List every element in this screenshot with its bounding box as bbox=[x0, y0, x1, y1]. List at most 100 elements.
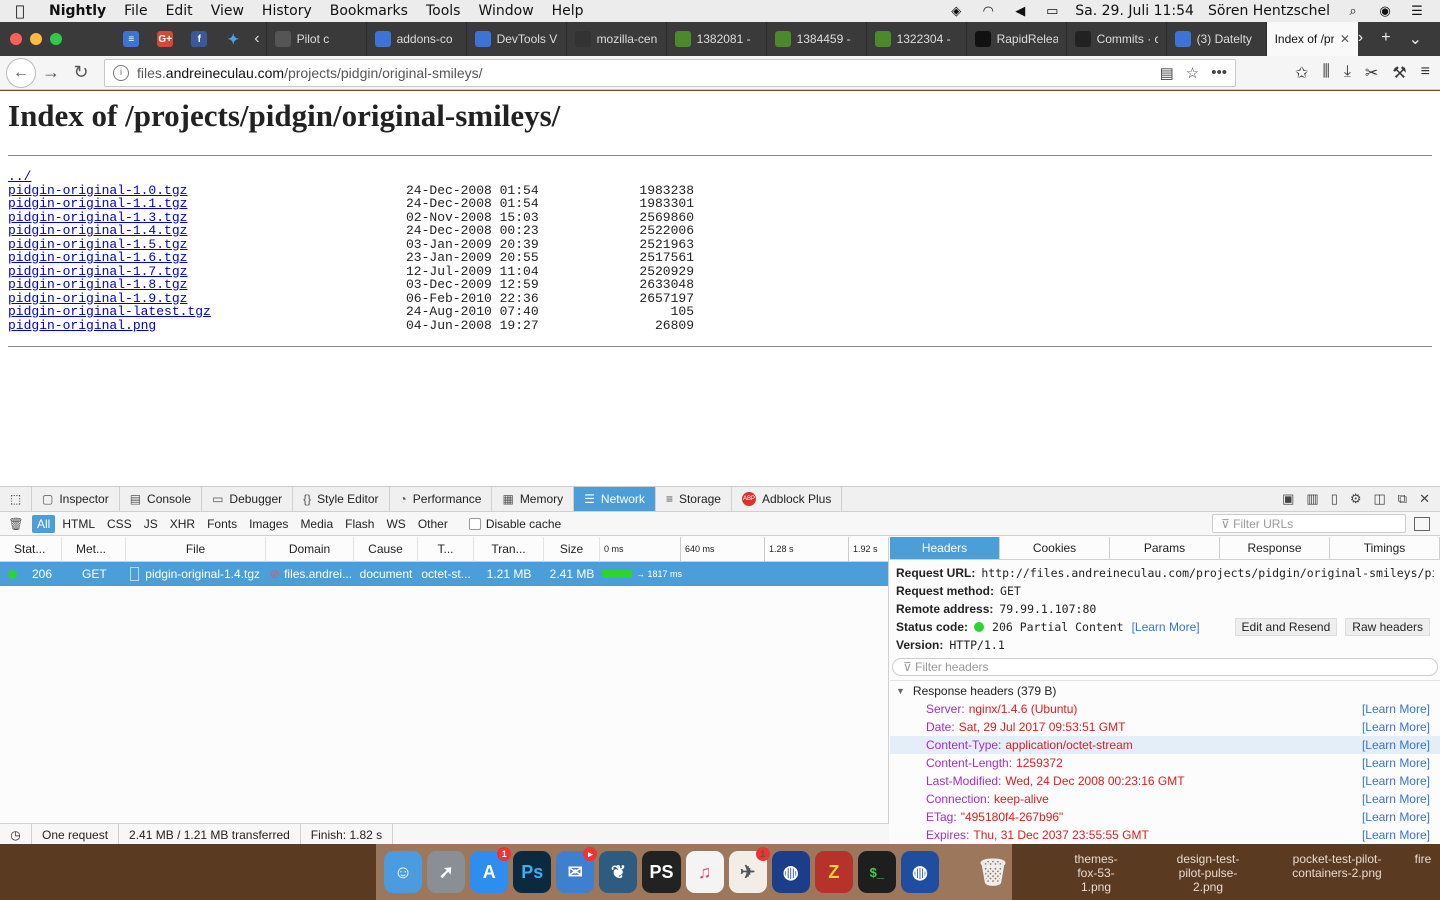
file-link[interactable]: pidgin-original-latest.tgz bbox=[8, 305, 406, 319]
trash-icon[interactable]: 🗑 bbox=[974, 851, 1012, 893]
browser-tab[interactable]: addons-co bbox=[365, 22, 466, 56]
response-headers-section[interactable]: ▼ Response headers (379 B) bbox=[890, 680, 1440, 700]
menu-tools[interactable]: Tools bbox=[417, 3, 470, 19]
desktop-file-1[interactable]: themes-fox-53-1.png bbox=[1066, 852, 1126, 894]
devtools-tab-inspector[interactable]: ▢ Inspector bbox=[32, 487, 120, 511]
file-link[interactable]: pidgin-original-1.6.tgz bbox=[8, 251, 406, 265]
menu-bookmarks[interactable]: Bookmarks bbox=[321, 3, 417, 19]
header-learn-more-link[interactable]: [Learn More] bbox=[1362, 738, 1430, 752]
menu-window[interactable]: Window bbox=[469, 3, 542, 19]
header-learn-more-link[interactable]: [Learn More] bbox=[1362, 792, 1430, 806]
browser-tab[interactable]: RapidRelea bbox=[965, 22, 1066, 56]
file-link[interactable]: pidgin-original-1.5.tgz bbox=[8, 237, 406, 252]
collapse-triangle-icon[interactable]: ▼ bbox=[896, 686, 905, 696]
browser-tab[interactable]: mozilla-cen bbox=[565, 22, 666, 56]
response-header-row[interactable]: Content-Length: 1259372 [Learn More] bbox=[890, 754, 1440, 772]
filter-css[interactable]: CSS bbox=[102, 515, 137, 533]
photoshop-icon[interactable]: Ps bbox=[513, 851, 552, 893]
devtools-tab-console[interactable]: ▤ Console bbox=[120, 487, 203, 511]
filter-all[interactable]: All bbox=[32, 514, 56, 533]
element-picker-icon[interactable]: ⬚ bbox=[0, 487, 32, 511]
toggle-sidebar-icon[interactable] bbox=[1414, 516, 1430, 531]
file-link[interactable]: pidgin-original-1.4.tgz bbox=[8, 224, 406, 238]
url-bar[interactable]: i files. andreineculau.com/projects/pidgi… bbox=[104, 58, 1236, 87]
response-header-row[interactable]: ETag: "495180f4-267b96" [Learn More] bbox=[890, 808, 1440, 826]
column-transferred[interactable]: Tran... bbox=[474, 536, 544, 562]
devtools-tab-memory[interactable]: ▦ Memory bbox=[492, 487, 575, 511]
header-learn-more-link[interactable]: [Learn More] bbox=[1362, 720, 1430, 734]
screenshots-icon[interactable]: ✂ bbox=[1365, 63, 1378, 83]
menubar-clock[interactable]: Sa. 29. Juli 11:54 bbox=[1075, 3, 1194, 19]
page-actions-icon[interactable]: ••• bbox=[1211, 64, 1227, 82]
tabs-scroll-left-icon[interactable]: ‹ bbox=[248, 30, 265, 48]
request-row[interactable]: 206 GET pidgin-original-1.4.tgz ⊘ files.… bbox=[0, 562, 888, 586]
menu-app-name[interactable]: Nightly bbox=[40, 3, 115, 19]
column-method[interactable]: Met... bbox=[62, 536, 126, 562]
pinned-tab-twitter[interactable]: ✦ bbox=[218, 26, 248, 52]
filezilla-icon[interactable]: Z bbox=[814, 851, 853, 893]
filter-other[interactable]: Other bbox=[413, 515, 453, 533]
site-info-icon[interactable]: i bbox=[113, 64, 129, 81]
responsive-design-icon[interactable]: ▣ bbox=[1282, 491, 1294, 507]
tab-params[interactable]: Params bbox=[1110, 537, 1220, 559]
frame-picker-icon[interactable]: ▥ bbox=[1306, 491, 1318, 507]
file-link[interactable]: pidgin-original-1.0.tgz bbox=[8, 183, 406, 198]
file-link[interactable]: pidgin-original.png bbox=[8, 318, 406, 333]
header-learn-more-link[interactable]: [Learn More] bbox=[1362, 810, 1430, 824]
reader-view-icon[interactable]: ▤ bbox=[1160, 64, 1174, 82]
filter-images[interactable]: Images bbox=[244, 515, 293, 533]
devtools-tab-performance[interactable]: ◔ Performance bbox=[390, 487, 493, 511]
header-learn-more-link[interactable]: [Learn More] bbox=[1362, 828, 1430, 842]
browser-tab[interactable]: 1382081 - bbox=[665, 22, 766, 56]
phpstorm-icon[interactable]: PS bbox=[642, 851, 681, 893]
parent-directory-link[interactable]: ../ bbox=[8, 170, 406, 184]
file-link[interactable]: pidgin-original-1.3.tgz bbox=[8, 210, 406, 225]
bookmark-star-icon[interactable]: ☆ bbox=[1186, 64, 1199, 82]
hamburger-menu-icon[interactable]: ≡ bbox=[1421, 63, 1430, 83]
test-pilot-icon[interactable]: ✈ 1 bbox=[728, 847, 770, 893]
devtools-tab-storage[interactable]: ≡ Storage bbox=[656, 487, 732, 511]
launchpad-icon[interactable]: ➚ bbox=[427, 851, 466, 893]
raw-headers-button[interactable]: Raw headers bbox=[1345, 618, 1430, 636]
file-link[interactable]: pidgin-original-1.7.tgz bbox=[8, 264, 406, 279]
spotlight-icon[interactable]: ⌕ bbox=[1344, 4, 1362, 19]
menubar-user[interactable]: Sören Hentzschel bbox=[1208, 3, 1330, 19]
volume-icon[interactable]: ◀ bbox=[1011, 4, 1029, 19]
finder-icon[interactable]: ☺ bbox=[384, 851, 423, 893]
response-header-row[interactable]: Date: Sat, 29 Jul 2017 09:53:51 GMT [Learn… bbox=[890, 718, 1440, 736]
filter-ws[interactable]: WS bbox=[381, 515, 410, 533]
minimize-window-button[interactable] bbox=[30, 33, 42, 45]
performance-analysis-icon[interactable]: ◷ bbox=[0, 823, 32, 846]
desktop-file-3[interactable]: pocket-test-pilot-containers-2.png bbox=[1282, 852, 1392, 880]
new-tab-icon[interactable]: + bbox=[1381, 29, 1390, 49]
desktop-file-4[interactable]: fire bbox=[1408, 852, 1438, 866]
pinned-tab-facebook[interactable]: f bbox=[184, 26, 214, 52]
header-learn-more-link[interactable]: [Learn More] bbox=[1362, 702, 1430, 716]
dock-side-icon[interactable]: ◫ bbox=[1374, 491, 1386, 507]
zoom-window-button[interactable] bbox=[50, 33, 62, 45]
menu-help[interactable]: Help bbox=[543, 3, 593, 19]
column-size[interactable]: Size bbox=[544, 536, 600, 562]
battery-icon[interactable]: ▭ bbox=[1043, 4, 1061, 19]
status-learn-more-link[interactable]: [Learn More] bbox=[1132, 620, 1200, 634]
browser-tab[interactable]: Commits · c bbox=[1065, 22, 1166, 56]
tab-response[interactable]: Response bbox=[1220, 537, 1330, 559]
disable-cache-checkbox[interactable] bbox=[468, 517, 481, 530]
terminal-icon[interactable]: $_ bbox=[857, 851, 896, 893]
reload-button[interactable]: ↻ bbox=[66, 59, 96, 87]
filter-xhr[interactable]: XHR bbox=[165, 515, 200, 533]
filter-media[interactable]: Media bbox=[295, 515, 338, 533]
tab-timings[interactable]: Timings bbox=[1330, 537, 1440, 559]
desktop-file-2[interactable]: design-test-pilot-pulse-2.png bbox=[1168, 852, 1248, 894]
response-header-row[interactable]: Content-Type: application/octet-stream [Le… bbox=[890, 736, 1440, 754]
file-link[interactable]: pidgin-original-1.1.tgz bbox=[8, 197, 406, 211]
tabs-scroll-right-icon[interactable]: › bbox=[1358, 29, 1363, 49]
devtools-tab-debugger[interactable]: ▭ Debugger bbox=[202, 487, 294, 511]
back-button[interactable]: ← bbox=[6, 57, 36, 88]
filter-html[interactable]: HTML bbox=[57, 515, 100, 533]
response-header-row[interactable]: Server: nginx/1.4.6 (Ubuntu) [Learn More] bbox=[890, 700, 1440, 718]
app-store-icon[interactable]: A1 bbox=[470, 847, 512, 893]
file-link[interactable]: pidgin-original-1.8.tgz bbox=[8, 278, 406, 292]
filter-urls-input[interactable]: ⊽ Filter URLs bbox=[1212, 514, 1406, 533]
pinned-tab-gplus[interactable]: G+ bbox=[150, 26, 180, 52]
